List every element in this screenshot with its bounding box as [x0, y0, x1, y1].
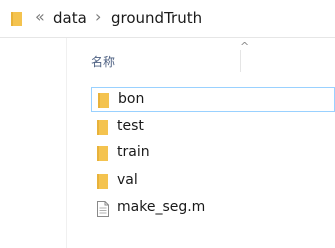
folder-icon	[97, 120, 108, 139]
list-item-label: val	[117, 172, 138, 188]
list-item-label: test	[117, 118, 144, 134]
breadcrumb-separator-icon[interactable]: ›	[95, 7, 101, 26]
list-item-label: train	[117, 144, 150, 160]
list-item-label: bon	[118, 91, 145, 107]
folder-icon	[98, 93, 109, 112]
list-item-train[interactable]: train	[91, 141, 335, 166]
sort-ascending-icon[interactable]: ^	[240, 40, 249, 53]
file-icon	[97, 201, 109, 221]
breadcrumb-groundtruth[interactable]: groundTruth	[111, 9, 202, 27]
breadcrumb-data[interactable]: data	[53, 9, 87, 27]
column-divider[interactable]	[240, 50, 241, 72]
column-header-name[interactable]: 名称	[91, 53, 115, 70]
address-bar[interactable]: « data › groundTruth	[0, 0, 335, 38]
folder-icon	[10, 11, 23, 31]
navigation-pane[interactable]	[0, 38, 67, 248]
breadcrumb-overflow[interactable]: «	[35, 7, 45, 26]
folder-icon	[97, 174, 108, 193]
list-item-val[interactable]: val	[91, 169, 335, 194]
list-item-bon[interactable]: bon	[91, 87, 335, 112]
list-item-make-seg[interactable]: make_seg.m	[91, 196, 335, 221]
folder-icon	[97, 146, 108, 165]
list-item-test[interactable]: test	[91, 115, 335, 140]
list-item-label: make_seg.m	[117, 199, 206, 215]
